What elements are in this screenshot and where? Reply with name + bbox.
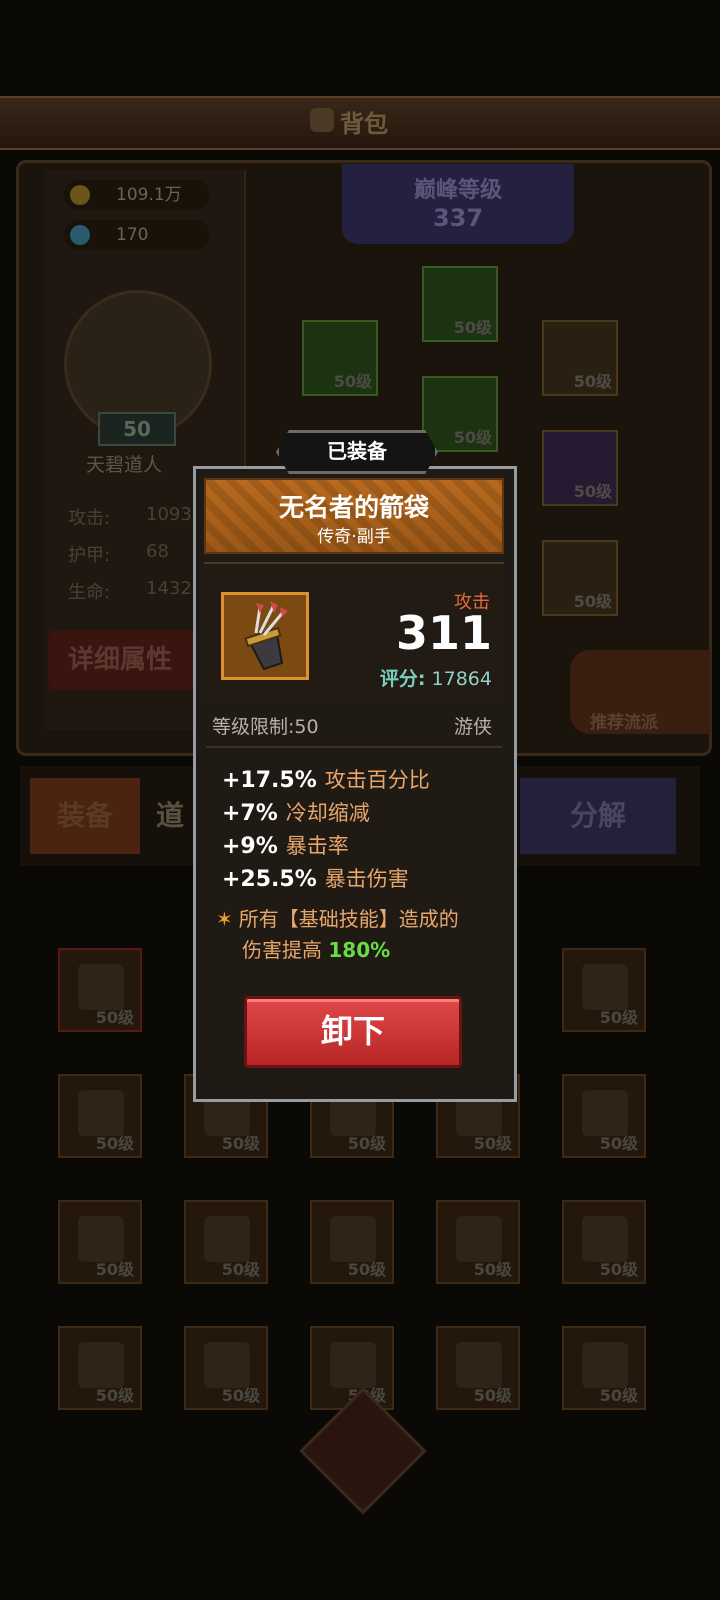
attack-value: 311 [395, 606, 492, 660]
item-type: 传奇·副手 [317, 527, 391, 547]
attribute-line: +25.5% 暴击伤害 [222, 867, 409, 892]
page-title: 背包 [340, 110, 388, 138]
inventory-slot[interactable]: 50级 [58, 1200, 142, 1284]
inventory-slot[interactable]: 50级 [58, 948, 142, 1032]
inventory-slot[interactable]: 50级 [58, 1326, 142, 1410]
stat-health: 生命: 1432 [68, 578, 192, 603]
gem-counter: 170 [64, 220, 210, 250]
attribute-line: +7% 冷却缩减 [222, 801, 370, 826]
item-score: 评分: 17864 [379, 668, 492, 690]
peak-level-banner: 巅峰等级 337 [342, 164, 574, 244]
inventory-slot[interactable]: 50级 [562, 1074, 646, 1158]
recommend-build-button[interactable]: 推荐流派 [570, 650, 710, 734]
inventory-slot[interactable]: 50级 [184, 1200, 268, 1284]
equip-slot-helmet[interactable]: 50级 [422, 266, 498, 342]
gold-counter: 109.1万 [64, 180, 210, 210]
skill-bonus: ✶ 所有【基础技能】造成的 伤害提高 180% [216, 907, 459, 962]
quiver-icon [221, 592, 309, 680]
tab-equipment[interactable]: 装备 [30, 778, 140, 854]
character-level: 50 [98, 412, 176, 446]
equip-slot-armor[interactable]: 50级 [422, 376, 498, 452]
class-requirement: 游侠 [453, 716, 492, 738]
inventory-slot[interactable]: 50级 [58, 1074, 142, 1158]
inventory-slot[interactable]: 50级 [562, 948, 646, 1032]
equip-slot-gloves[interactable]: 50级 [302, 320, 378, 396]
level-requirement: 等级限制:50 [212, 716, 319, 738]
item-name: 无名者的箭袋 [278, 493, 429, 522]
inventory-slot[interactable]: 50级 [184, 1326, 268, 1410]
item-header: 无名者的箭袋 传奇·副手 [204, 478, 504, 554]
gem-icon [70, 225, 90, 245]
divider [206, 746, 502, 748]
equip-slot-offhand[interactable]: 50级 [542, 540, 618, 616]
equipped-label: 已装备 [276, 430, 438, 474]
tab-items[interactable]: 道 [150, 778, 190, 854]
equip-slot-necklace[interactable]: 50级 [542, 320, 618, 396]
attribute-line: +9% 暴击率 [222, 834, 349, 859]
stat-attack: 攻击: 1093 [68, 504, 192, 529]
backpack-icon [310, 108, 334, 132]
tab-decompose[interactable]: 分解 [520, 778, 676, 854]
inventory-slot[interactable]: 50级 [562, 1326, 646, 1410]
gold-coin-icon [70, 185, 90, 205]
unequip-button[interactable]: 卸下 [244, 996, 462, 1068]
inventory-slot[interactable]: 50级 [562, 1200, 646, 1284]
character-name: 天碧道人 [86, 454, 163, 476]
inventory-slot[interactable]: 50级 [436, 1200, 520, 1284]
inventory-slot[interactable]: 50级 [436, 1326, 520, 1410]
equip-slot-ring[interactable]: 50级 [542, 430, 618, 506]
attribute-line: +17.5% 攻击百分比 [222, 768, 430, 793]
star-icon: ✶ [216, 907, 233, 931]
stat-armor: 护甲: 68 [68, 541, 169, 566]
inventory-slot[interactable]: 50级 [310, 1200, 394, 1284]
